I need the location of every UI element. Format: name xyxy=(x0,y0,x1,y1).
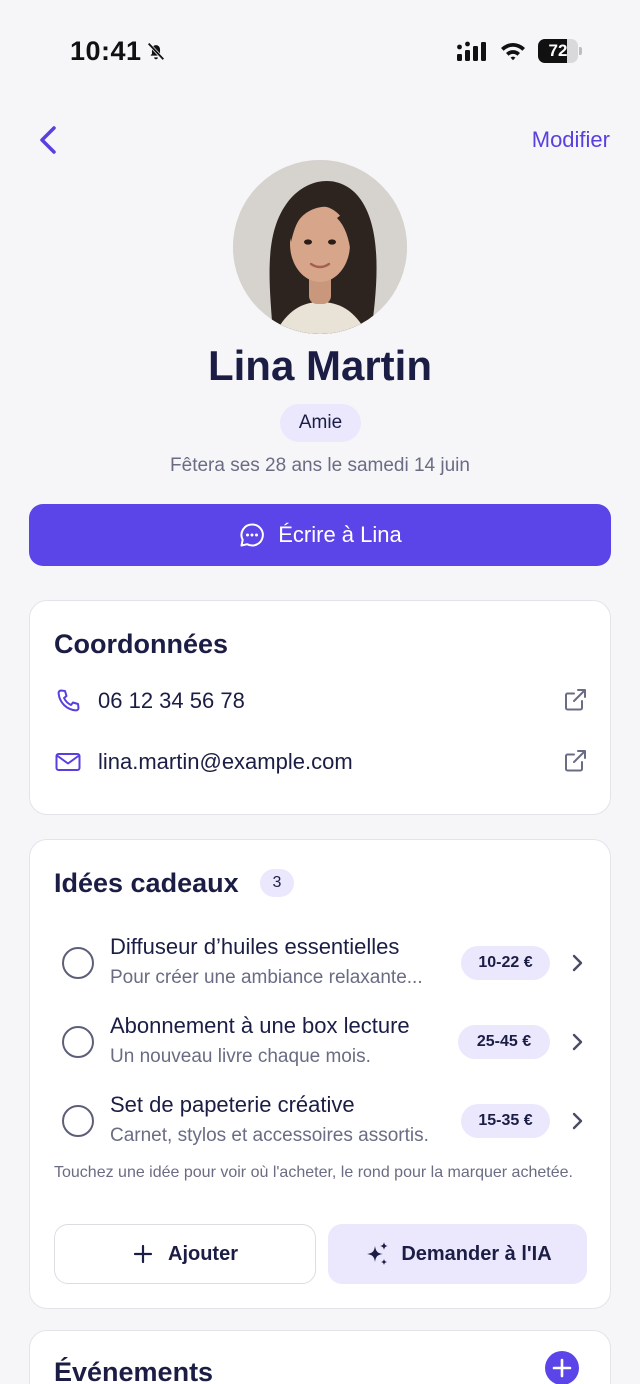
external-link-icon[interactable] xyxy=(562,748,588,774)
plus-icon xyxy=(552,1358,572,1378)
email-address: lina.martin@example.com xyxy=(98,749,353,774)
relation-badge: Amie xyxy=(280,404,361,442)
gift-item[interactable]: Abonnement à une box lecture Un nouveau … xyxy=(54,1013,588,1079)
gift-title: Diffuseur d’huiles essentielles xyxy=(110,934,400,959)
bell-off-icon xyxy=(147,42,165,61)
write-message-label: Écrire à Lina xyxy=(278,522,402,547)
status-time: 10:41 xyxy=(70,36,142,66)
add-gift-button[interactable]: Ajouter xyxy=(54,1224,316,1284)
sparkles-icon xyxy=(367,1242,389,1265)
email-row[interactable]: lina.martin@example.com xyxy=(54,742,588,782)
wifi-icon xyxy=(501,43,525,61)
chevron-right-icon xyxy=(572,1033,583,1051)
gift-purchased-toggle[interactable] xyxy=(62,1026,94,1058)
phone-row[interactable]: 06 12 34 56 78 xyxy=(54,681,588,721)
add-gift-label: Ajouter xyxy=(168,1242,238,1265)
mail-icon xyxy=(55,753,81,771)
back-button[interactable] xyxy=(34,122,64,158)
chevron-right-icon xyxy=(572,954,583,972)
battery-icon: 72 xyxy=(538,39,582,63)
contact-card: Coordonnées 06 12 34 56 78 lina.martin@e… xyxy=(29,600,611,815)
events-title: Événements xyxy=(54,1357,214,1384)
price-badge: 25-45 € xyxy=(458,1025,550,1059)
events-card: Événements xyxy=(29,1330,611,1384)
gift-ideas-title: Idées cadeaux xyxy=(54,868,239,898)
signal-icon xyxy=(457,41,486,61)
plus-icon xyxy=(133,1244,153,1264)
gift-subtitle: Un nouveau livre chaque mois. xyxy=(110,1046,371,1067)
price-badge: 15-35 € xyxy=(461,1104,550,1138)
chat-bubble-icon xyxy=(240,523,265,547)
status-bar: 10:41 72 xyxy=(0,0,640,100)
birthday-text: Fêtera ses 28 ans le samedi 14 juin xyxy=(170,455,470,476)
gift-count-badge: 3 xyxy=(260,869,294,897)
gift-title: Abonnement à une box lecture xyxy=(110,1013,410,1038)
avatar xyxy=(233,160,407,334)
gift-item[interactable]: Diffuseur d’huiles essentielles Pour cré… xyxy=(54,934,588,1000)
phone-number: 06 12 34 56 78 xyxy=(98,688,245,713)
write-message-button[interactable]: Écrire à Lina xyxy=(29,504,611,566)
ask-ai-button[interactable]: Demander à l'IA xyxy=(328,1224,587,1284)
profile-name: Lina Martin xyxy=(207,342,432,389)
contact-title: Coordonnées xyxy=(54,629,229,659)
external-link-icon[interactable] xyxy=(562,687,588,713)
gift-subtitle: Carnet, stylos et accessoires assortis. xyxy=(110,1125,429,1146)
phone-icon xyxy=(57,689,80,712)
gift-item[interactable]: Set de papeterie créative Carnet, stylos… xyxy=(54,1092,588,1158)
gift-hint-text: Touchez une idée pour voir où l'acheter,… xyxy=(54,1164,573,1181)
chevron-left-icon xyxy=(40,126,56,154)
chevron-right-icon xyxy=(572,1112,583,1130)
gift-purchased-toggle[interactable] xyxy=(62,947,94,979)
battery-percent: 72 xyxy=(548,41,568,60)
gift-ideas-card: Idées cadeaux 3 Diffuseur d’huiles essen… xyxy=(29,839,611,1309)
price-badge: 10-22 € xyxy=(461,946,550,980)
contact-detail-screen: 10:41 72 Modifier Lina Martin Amie Fêter… xyxy=(0,0,640,1384)
gift-subtitle: Pour créer une ambiance relaxante... xyxy=(110,967,423,988)
gift-purchased-toggle[interactable] xyxy=(62,1105,94,1137)
ask-ai-label: Demander à l'IA xyxy=(401,1242,552,1265)
add-event-button[interactable] xyxy=(545,1351,579,1384)
edit-button[interactable]: Modifier xyxy=(532,127,610,153)
gift-title: Set de papeterie créative xyxy=(110,1092,355,1117)
